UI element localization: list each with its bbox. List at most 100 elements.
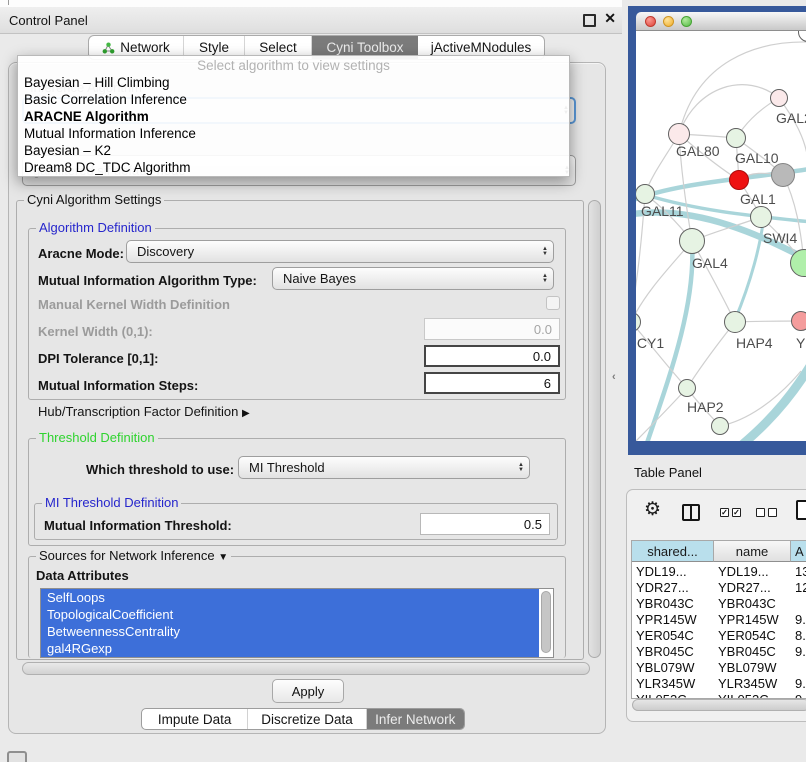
- table-cell[interactable]: YIL052C: [632, 692, 714, 699]
- hide-columns-icon[interactable]: [756, 508, 777, 517]
- table-horizontal-scrollbar[interactable]: [632, 699, 806, 711]
- node-label: GAL11: [641, 203, 684, 219]
- zoom-traffic-light-icon[interactable]: [681, 16, 692, 27]
- attribute-item[interactable]: TopologicalCoefficient: [41, 606, 539, 623]
- attribute-item[interactable]: BetweennessCentrality: [41, 623, 539, 640]
- table-cell[interactable]: YBR043C: [714, 596, 791, 612]
- tab-cyni-toolbox-label: Cyni Toolbox: [326, 40, 403, 55]
- table-cell[interactable]: YER054C: [714, 628, 791, 644]
- dropdown-item[interactable]: Bayesian – K2: [24, 143, 111, 160]
- table-cell[interactable]: YDR27...: [714, 580, 791, 596]
- tab-impute-data[interactable]: Impute Data: [142, 709, 248, 729]
- graph-node-hap4[interactable]: [724, 311, 746, 333]
- table-cell[interactable]: YBL079W: [714, 660, 791, 676]
- table-cell[interactable]: YBL079W: [632, 660, 714, 676]
- graph-node-gal11[interactable]: [636, 184, 655, 204]
- minimize-traffic-light-icon[interactable]: [663, 16, 674, 27]
- close-icon[interactable]: ✕: [604, 10, 616, 27]
- table-cell[interactable]: YIL052C: [714, 692, 791, 699]
- manual-kernel-checkbox[interactable]: [546, 296, 560, 310]
- graph-node-gal80[interactable]: [668, 123, 690, 145]
- aracne-mode-combobox[interactable]: Discovery ▲▼: [126, 240, 554, 263]
- table-cell[interactable]: YPR145W: [714, 612, 791, 628]
- apply-button[interactable]: Apply: [272, 679, 344, 703]
- network-desktop: GAL2 GAL80 GAL10 GAL1 GAL11 SWI4 GAL4 GC…: [628, 6, 806, 455]
- table-cell[interactable]: YER054C: [632, 628, 714, 644]
- column-header-name[interactable]: name: [714, 541, 791, 562]
- table-cell[interactable]: YLR345W: [632, 676, 714, 692]
- table-cell[interactable]: YLR345W: [714, 676, 791, 692]
- table-cell[interactable]: YBR045C: [632, 644, 714, 660]
- graph-node-gal10[interactable]: [726, 128, 746, 148]
- table-cell[interactable]: 9.: [791, 692, 806, 699]
- column-header-partial[interactable]: A: [791, 541, 806, 562]
- mi-algorithm-type-combobox[interactable]: Naive Bayes ▲▼: [272, 267, 554, 290]
- combo-stepper-icon: ▲▼: [542, 274, 548, 284]
- show-columns-icon[interactable]: ✓ ✓: [720, 508, 741, 517]
- network-canvas[interactable]: GAL2 GAL80 GAL10 GAL1 GAL11 SWI4 GAL4 GC…: [636, 31, 806, 441]
- table-cell[interactable]: 9.: [791, 676, 806, 692]
- table-cell[interactable]: 13: [791, 564, 806, 580]
- gear-icon[interactable]: ⚙: [644, 500, 661, 519]
- mi-threshold-field[interactable]: 0.5: [420, 513, 550, 535]
- node-label: GAL1: [740, 191, 776, 207]
- list-scrollbar[interactable]: [541, 591, 551, 653]
- graph-node[interactable]: [711, 417, 729, 435]
- table-cell[interactable]: YDL19...: [714, 564, 791, 580]
- dropdown-item[interactable]: Bayesian – Hill Climbing: [24, 75, 170, 92]
- dropdown-item[interactable]: Mutual Information Inference: [24, 126, 196, 143]
- split-columns-icon[interactable]: [682, 504, 700, 521]
- collapse-down-icon: ▼: [218, 552, 228, 563]
- kernel-width-field[interactable]: 0.0: [424, 318, 560, 340]
- attribute-item[interactable]: gal4RGexp: [41, 640, 539, 657]
- node-label: Y: [796, 335, 805, 351]
- column-header-shared-name[interactable]: shared...: [632, 541, 714, 562]
- table-cell[interactable]: 9.: [791, 612, 806, 628]
- table-cell[interactable]: YPR145W: [632, 612, 714, 628]
- dpi-tolerance-field[interactable]: 0.0: [424, 345, 560, 367]
- dropdown-item[interactable]: Basic Correlation Inference: [24, 92, 187, 109]
- which-threshold-combobox[interactable]: MI Threshold ▲▼: [238, 456, 530, 479]
- collapsed-panel-button[interactable]: [7, 751, 27, 762]
- graph-node-gal4[interactable]: [679, 228, 705, 254]
- graph-node[interactable]: [771, 163, 795, 187]
- kernel-width-value: 0.0: [534, 322, 552, 337]
- table-cell[interactable]: 12: [791, 580, 806, 596]
- table-cell[interactable]: [791, 660, 806, 676]
- settings-vertical-scrollbar[interactable]: [588, 200, 601, 658]
- tab-discretize-data[interactable]: Discretize Data: [248, 709, 366, 729]
- attribute-item[interactable]: SelfLoops: [41, 589, 539, 606]
- sources-disclosure[interactable]: Sources for Network Inference ▼: [36, 549, 231, 565]
- node-label: HAP4: [736, 335, 773, 351]
- graph-node-gal2[interactable]: [770, 89, 788, 107]
- node-label: GAL4: [692, 255, 728, 271]
- algorithm-dropdown-popup: Select algorithm to view settings Bayesi…: [17, 55, 570, 177]
- close-traffic-light-icon[interactable]: [645, 16, 656, 27]
- graph-node-gal1[interactable]: [729, 170, 749, 190]
- node-label: GAL80: [676, 143, 720, 159]
- graph-node-swi4[interactable]: [750, 206, 772, 228]
- top-strip: [0, 0, 622, 7]
- settings-horizontal-scrollbar[interactable]: [22, 662, 590, 675]
- document-icon[interactable]: [796, 500, 806, 520]
- table-cell[interactable]: YBR043C: [632, 596, 714, 612]
- table-cell[interactable]: YBR045C: [714, 644, 791, 660]
- mi-steps-field[interactable]: 6: [424, 372, 560, 394]
- tab-infer-network[interactable]: Infer Network: [367, 709, 464, 729]
- dropdown-item[interactable]: Dream8 DC_TDC Algorithm: [24, 160, 191, 177]
- graph-node-y[interactable]: [791, 311, 806, 331]
- hub-definition-disclosure[interactable]: Hub/Transcription Factor Definition ▶: [38, 404, 250, 419]
- network-icon: [102, 42, 115, 54]
- float-window-icon[interactable]: [583, 14, 596, 27]
- table-cell[interactable]: YDR27...: [632, 580, 714, 596]
- table-cell[interactable]: 9.: [791, 644, 806, 660]
- table-cell[interactable]: 8.: [791, 628, 806, 644]
- combo-stepper-icon: ▲▼: [542, 247, 548, 257]
- table-cell[interactable]: [791, 596, 806, 612]
- tab-discretize-data-label: Discretize Data: [261, 712, 353, 727]
- splitpane-collapse-icon[interactable]: ‹: [612, 371, 616, 383]
- dropdown-item-selected[interactable]: ARACNE Algorithm: [24, 109, 149, 126]
- network-window-titlebar[interactable]: [636, 12, 806, 31]
- graph-node-hap2[interactable]: [678, 379, 696, 397]
- table-cell[interactable]: YDL19...: [632, 564, 714, 580]
